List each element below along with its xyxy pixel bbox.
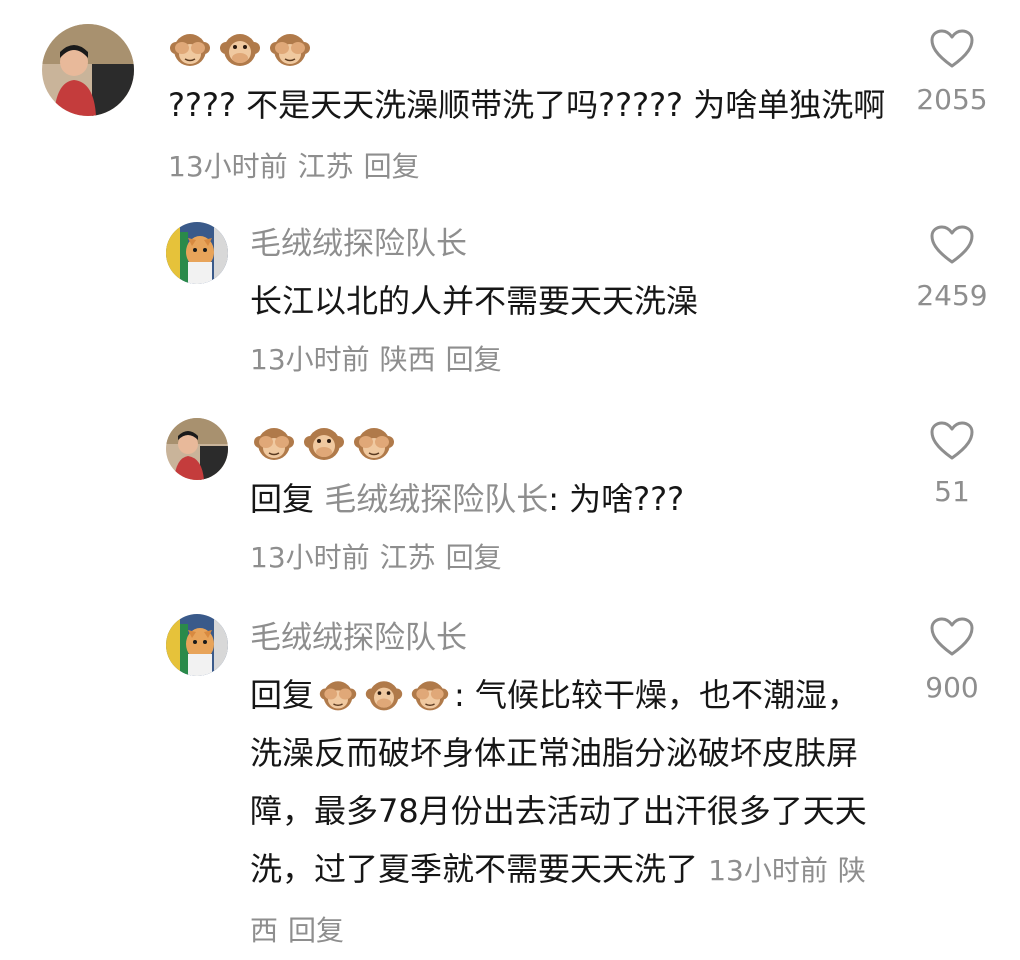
comment-text: ???? 不是天天洗澡顺带洗了吗????? 为啥单独洗啊 13小时前 江苏 回复 bbox=[168, 76, 888, 196]
like-button[interactable]: 51 bbox=[902, 420, 1002, 512]
comment-time: 13小时前 bbox=[168, 150, 288, 183]
like-count: 2459 bbox=[916, 279, 988, 312]
avatar[interactable] bbox=[42, 24, 134, 116]
see-no-evil-monkey-icon bbox=[352, 420, 396, 464]
comment-body: : 为啥??? bbox=[548, 480, 685, 518]
mention-link[interactable]: 毛绒绒探险队长 bbox=[324, 480, 548, 518]
comment-time: 13小时前 bbox=[708, 854, 828, 887]
mention-emoji-name[interactable] bbox=[318, 674, 450, 714]
heart-icon bbox=[930, 421, 974, 460]
speak-no-evil-monkey-icon bbox=[302, 420, 346, 464]
avatar[interactable] bbox=[166, 614, 228, 676]
avatar[interactable] bbox=[166, 222, 228, 284]
author-emoji-name[interactable] bbox=[252, 420, 396, 464]
author-name[interactable]: 毛绒绒探险队长 bbox=[250, 616, 467, 660]
comment-location: 江苏 bbox=[297, 150, 354, 183]
comment-location: 江苏 bbox=[379, 541, 436, 574]
heart-icon bbox=[930, 29, 974, 68]
comment-location: 陕西 bbox=[379, 343, 436, 376]
like-count: 900 bbox=[925, 671, 979, 704]
see-no-evil-monkey-icon bbox=[410, 674, 450, 714]
author-name[interactable]: 毛绒绒探险队长 bbox=[250, 222, 467, 266]
comment-time: 13小时前 bbox=[250, 343, 370, 376]
reply-button[interactable]: 回复 bbox=[446, 343, 502, 376]
comment-text: 回复 毛绒绒探险队长: 为啥??? bbox=[250, 470, 890, 528]
reply-button[interactable]: 回复 bbox=[288, 914, 344, 947]
author-emoji-name[interactable] bbox=[168, 26, 312, 70]
comment-meta: 13小时前 江苏 回复 bbox=[168, 150, 430, 183]
see-no-evil-monkey-icon bbox=[252, 420, 296, 464]
heart-icon bbox=[930, 225, 974, 264]
like-count: 51 bbox=[934, 475, 970, 508]
like-button[interactable]: 900 bbox=[902, 616, 1002, 708]
comment-meta: 13小时前 江苏 回复 bbox=[250, 536, 512, 580]
speak-no-evil-monkey-icon bbox=[364, 674, 404, 714]
speak-no-evil-monkey-icon bbox=[218, 26, 262, 70]
comment-meta: 13小时前 陕西 回复 bbox=[250, 338, 512, 382]
heart-icon bbox=[930, 617, 974, 656]
see-no-evil-monkey-icon bbox=[318, 674, 358, 714]
like-count: 2055 bbox=[916, 83, 988, 116]
like-button[interactable]: 2459 bbox=[902, 224, 1002, 316]
see-no-evil-monkey-icon bbox=[268, 26, 312, 70]
reply-button[interactable]: 回复 bbox=[364, 150, 420, 183]
comment-text: 回复 : 气候比较干燥，也不潮湿，洗澡反而破坏身体正常油脂分泌破坏皮肤屏障，最多… bbox=[250, 666, 890, 960]
see-no-evil-monkey-icon bbox=[168, 26, 212, 70]
comment-body: ???? 不是天天洗澡顺带洗了吗????? 为啥单独洗啊 bbox=[168, 86, 886, 124]
reply-prefix: 回复 bbox=[250, 676, 315, 714]
reply-prefix: 回复 bbox=[250, 480, 315, 518]
avatar[interactable] bbox=[166, 418, 228, 480]
comment-text: 长江以北的人并不需要天天洗澡 bbox=[250, 282, 699, 320]
like-button[interactable]: 2055 bbox=[902, 28, 1002, 120]
reply-button[interactable]: 回复 bbox=[446, 541, 502, 574]
comment-time: 13小时前 bbox=[250, 541, 370, 574]
